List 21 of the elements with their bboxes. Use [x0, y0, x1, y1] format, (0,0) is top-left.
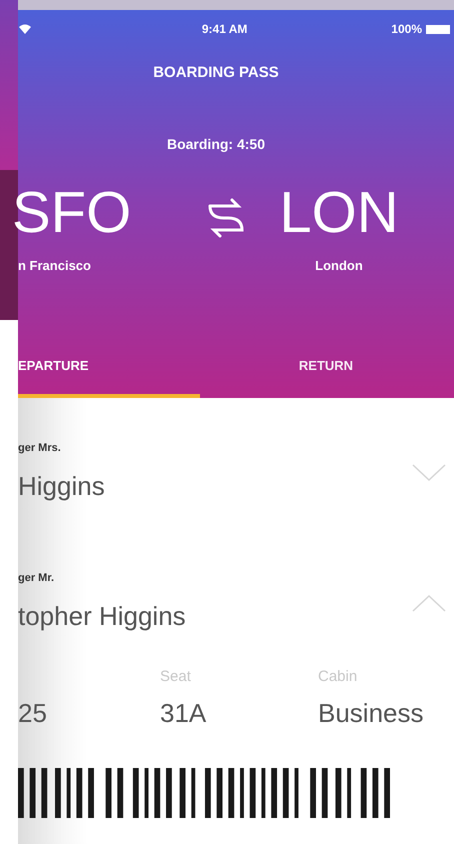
passenger-name: Higgins	[18, 470, 106, 503]
battery-icon	[426, 24, 450, 34]
passenger-label: ger Mr.	[18, 571, 56, 586]
battery-percent: 100%	[391, 21, 422, 38]
city-name: n Francisco	[18, 257, 91, 275]
screen-title: BOARDING PASS	[153, 62, 279, 83]
airport-code: SFO	[12, 179, 132, 247]
swap-arrows-icon[interactable]	[208, 198, 244, 238]
passenger-name: topher Higgins	[18, 600, 187, 633]
status-time: 9:41 AM	[202, 21, 248, 38]
detail-value: 31A	[160, 697, 208, 730]
boarding-time: Boarding: 4:50	[166, 134, 265, 154]
wifi-icon	[18, 24, 32, 34]
detail-value: Business	[318, 697, 424, 730]
detail-value: 25	[18, 697, 48, 730]
tab[interactable]: RETURN	[200, 338, 382, 398]
chevron-up-icon[interactable]	[412, 593, 446, 613]
city-name: London	[315, 257, 363, 275]
passenger-label: ger Mrs.	[18, 441, 62, 456]
chevron-down-icon[interactable]	[412, 463, 446, 483]
airport-code: LON	[279, 179, 399, 247]
